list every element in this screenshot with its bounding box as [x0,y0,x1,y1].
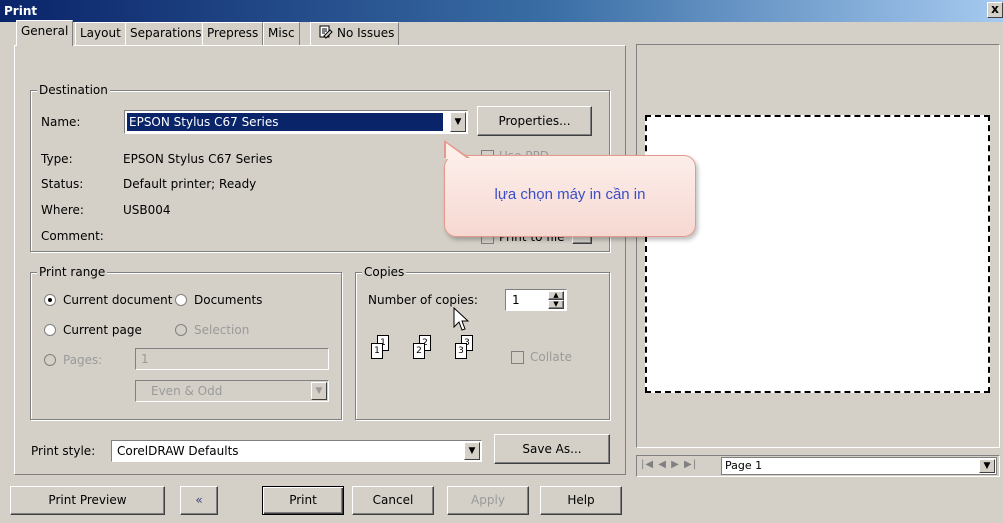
copies-value: 1 [512,293,520,307]
where-label: Where: [41,203,84,217]
printer-dropdown-button[interactable]: ▼ [450,112,466,132]
selection-label: Selection [194,323,250,337]
current-document-radio[interactable] [44,294,56,306]
tab-label: Misc [268,26,295,40]
selection-radio[interactable] [175,324,187,336]
window-title: Print [4,4,38,18]
print-preview-button[interactable]: Print Preview [10,486,165,515]
page-select[interactable]: Page 1 ▼ [721,457,997,475]
collate-label: Collate [530,350,572,364]
tab-prepress[interactable]: Prepress [202,22,264,45]
tab-label: General [21,24,69,38]
apply-button[interactable]: Apply [447,486,529,515]
print-style-dropdown-button[interactable]: ▼ [464,442,480,460]
first-page-icon[interactable]: |◀ [641,459,654,470]
tab-label: No Issues [337,26,395,40]
collapse-preview-button[interactable]: « [180,486,218,515]
printer-name-select[interactable]: EPSON Stylus C67 Series ▼ [124,110,468,134]
status-value: Default printer; Ready [123,177,257,191]
next-page-icon[interactable]: ▶ [671,459,680,470]
chevron-up-icon: ▲ [553,291,559,299]
page-select-value: Page 1 [725,459,763,472]
collate-page-front: 1 [371,343,383,359]
destination-legend: Destination [37,83,110,97]
properties-button[interactable]: Properties... [477,106,592,136]
tab-general[interactable]: General [16,20,74,46]
tab-layout[interactable]: Layout [75,22,126,45]
double-chevron-left-icon: « [195,493,203,507]
issues-icon [319,25,333,39]
print-style-select[interactable]: CorelDRAW Defaults ▼ [111,440,482,462]
callout-text: lựa chọn máy in cần in [494,186,646,203]
mouse-cursor-icon [453,307,470,331]
status-label: Status: [41,177,84,191]
chevron-down-icon: ▼ [983,461,991,471]
close-icon: x [991,2,999,16]
previous-page-icon[interactable]: ◀ [658,459,667,470]
tab-label: Layout [80,26,121,40]
printer-name-value: EPSON Stylus C67 Series [127,113,443,131]
save-as-button[interactable]: Save As... [494,434,610,464]
tab-misc[interactable]: Misc [263,22,300,45]
tab-no-issues[interactable]: No Issues [310,22,400,45]
print-range-legend: Print range [37,265,108,279]
preview-page [645,115,990,393]
page-set-select[interactable]: Even & Odd ▼ [135,380,329,402]
preview-navigator: |◀ ◀ ▶ ▶| Page 1 ▼ [636,455,1000,477]
printer-selection-callout: lựa chọn máy in cần in [444,155,696,237]
page-set-value: Even & Odd [151,384,223,398]
current-page-label: Current page [63,323,142,337]
name-label: Name: [41,115,81,129]
copies-legend: Copies [362,265,407,279]
current-page-radio[interactable] [44,324,56,336]
current-document-label: Current document [63,293,173,307]
preview-pane [636,44,1000,448]
page-nav-buttons[interactable]: |◀ ◀ ▶ ▶| [641,459,697,470]
chevron-down-icon: ▼ [454,117,462,127]
pages-radio[interactable] [44,354,56,366]
chevron-down-icon: ▼ [553,300,559,308]
where-value: USB004 [123,203,171,217]
documents-radio[interactable] [175,294,187,306]
collate-page-front: 2 [413,343,425,359]
cancel-button[interactable]: Cancel [352,486,434,515]
page-select-dropdown-button[interactable]: ▼ [979,459,995,473]
chevron-down-icon: ▼ [315,386,323,396]
collate-checkbox[interactable] [511,351,524,364]
callout-pointer-fill [446,143,468,159]
type-value: EPSON Stylus C67 Series [123,152,273,166]
tab-label: Prepress [207,26,259,40]
print-style-value: CorelDRAW Defaults [117,444,239,458]
collate-page-front: 3 [455,343,467,359]
title-bar: Print x [0,0,1003,22]
comment-label: Comment: [41,229,104,243]
number-of-copies-label: Number of copies: [368,293,478,307]
print-style-label: Print style: [31,444,96,458]
close-button[interactable]: x [987,2,1003,18]
page-set-dropdown-button[interactable]: ▼ [311,382,327,400]
pages-label: Pages: [63,353,103,367]
last-page-icon[interactable]: ▶| [684,459,697,470]
spinner-down-button[interactable]: ▼ [548,300,564,309]
chevron-down-icon: ▼ [468,446,476,456]
type-label: Type: [41,152,73,166]
copies-spinner[interactable]: 1 ▲ ▼ [505,289,567,311]
tab-separations[interactable]: Separations [125,22,207,45]
collate-illustration-icon: 1 1 2 2 3 3 [367,335,487,375]
spinner-up-button[interactable]: ▲ [548,291,564,300]
tab-label: Separations [130,26,202,40]
pages-input[interactable]: 1 [135,348,329,370]
help-button[interactable]: Help [540,486,622,515]
documents-label: Documents [194,293,263,307]
print-button[interactable]: Print [262,486,344,515]
